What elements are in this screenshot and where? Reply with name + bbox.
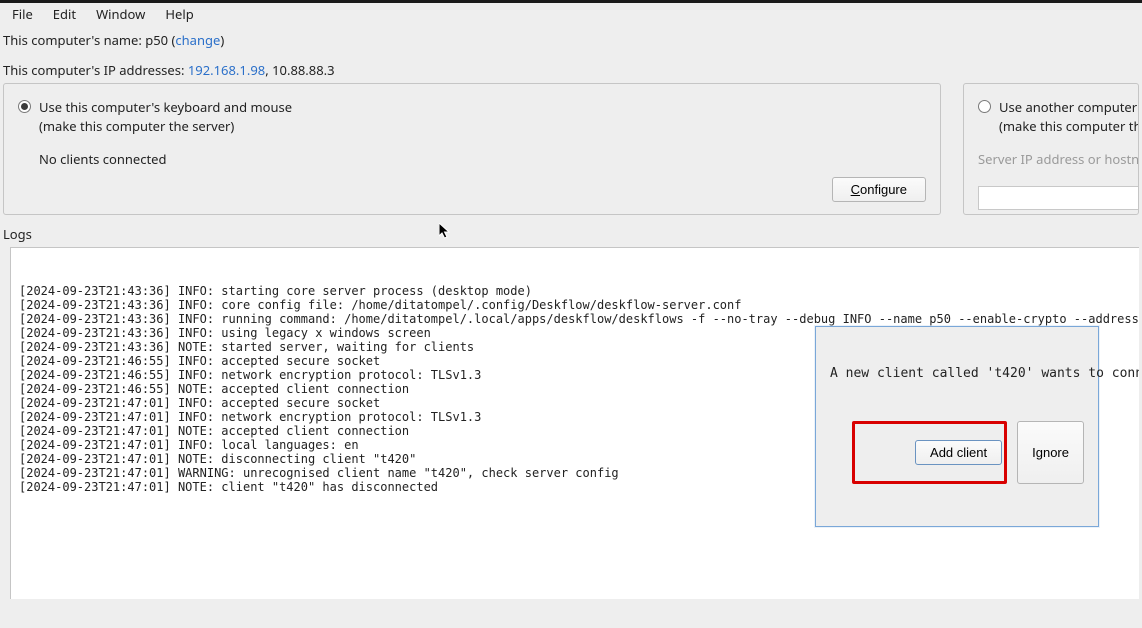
ip-rest: , 10.88.88.3 xyxy=(265,61,334,79)
change-name-link[interactable]: change xyxy=(175,31,220,49)
ip-primary-link[interactable]: 192.168.1.98 xyxy=(188,61,265,79)
menu-help[interactable]: Help xyxy=(155,3,203,25)
server-mode-sub-label: (make this computer the server) xyxy=(39,117,292,136)
computer-name-value: p50 xyxy=(145,31,168,49)
server-ip-input[interactable] xyxy=(978,186,1139,210)
computer-ip-line: This computer's IP addresses: 192.168.1.… xyxy=(0,53,1142,83)
client-mode-panel: Use another computer's m (make this comp… xyxy=(963,83,1139,215)
computer-name-line: This computer's name: p50 (change) xyxy=(0,25,1142,53)
logs-label: Logs xyxy=(0,215,1142,247)
popup-message: A new client called 't420' wants to conn… xyxy=(830,367,1084,381)
menu-file[interactable]: File xyxy=(2,3,43,25)
server-mode-text: Use this computer's keyboard and mouse (… xyxy=(39,98,292,136)
ignore-button[interactable]: Ignore xyxy=(1017,421,1084,484)
new-client-popup: A new client called 't420' wants to conn… xyxy=(815,326,1099,527)
menu-window[interactable]: Window xyxy=(86,3,155,25)
server-mode-radio[interactable] xyxy=(18,100,31,113)
server-mode-radio-row[interactable]: Use this computer's keyboard and mouse (… xyxy=(18,98,926,136)
client-mode-text: Use another computer's m (make this comp… xyxy=(999,98,1139,136)
no-clients-label: No clients connected xyxy=(39,150,926,168)
server-ip-placeholder-label: Server IP address or hostn xyxy=(978,150,1124,168)
client-mode-radio[interactable] xyxy=(978,100,991,113)
client-mode-sub-label: (make this computer the c xyxy=(999,117,1139,136)
computer-name-label: This computer's name: xyxy=(3,31,145,49)
server-mode-panel: Use this computer's keyboard and mouse (… xyxy=(3,83,941,215)
mode-row: Use this computer's keyboard and mouse (… xyxy=(0,83,1142,215)
menu-edit[interactable]: Edit xyxy=(43,3,86,25)
client-mode-radio-row[interactable]: Use another computer's m (make this comp… xyxy=(978,98,1124,136)
add-client-highlight: Add client xyxy=(852,421,1007,484)
logs-box[interactable]: [2024-09-23T21:43:36] INFO: starting cor… xyxy=(10,247,1139,599)
configure-button[interactable]: Configure xyxy=(832,177,926,202)
add-client-button[interactable]: Add client xyxy=(915,440,1002,465)
client-mode-main-label: Use another computer's m xyxy=(999,98,1139,116)
server-mode-main-label: Use this computer's keyboard and mouse xyxy=(39,98,292,116)
computer-ip-label: This computer's IP addresses: xyxy=(3,61,188,79)
menubar: File Edit Window Help xyxy=(0,3,1142,25)
